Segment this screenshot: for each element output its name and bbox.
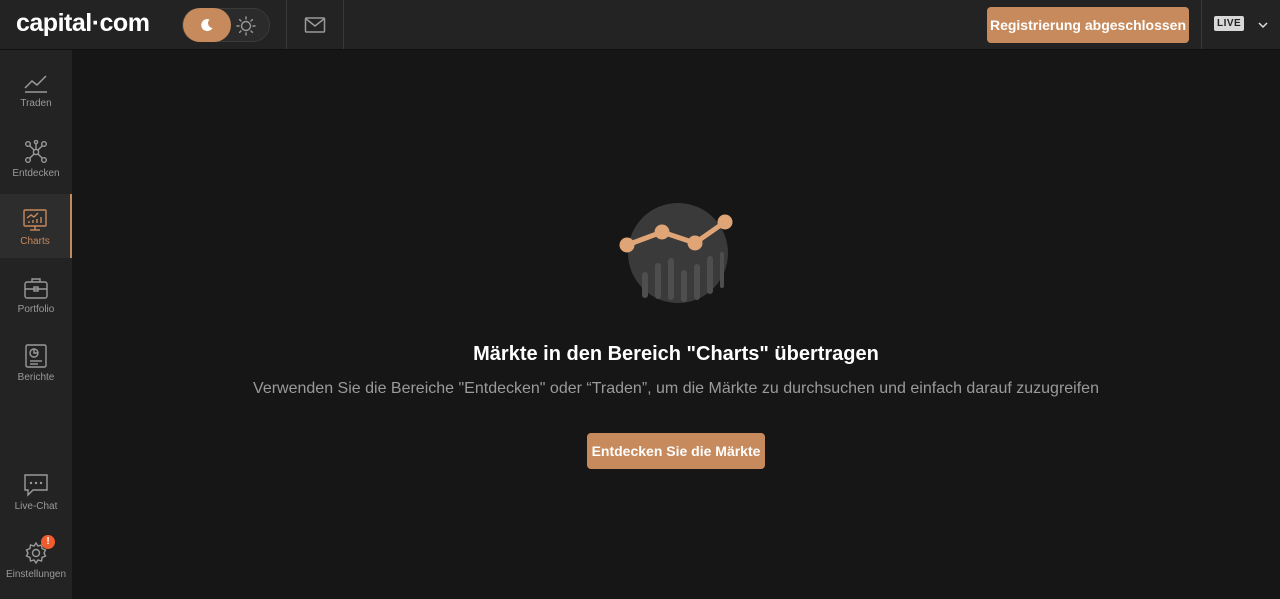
page-subtitle: Verwenden Sie die Bereiche "Entdecken" o… xyxy=(253,380,1099,397)
charts-empty-state: Märkte in den Bereich "Charts" übertrage… xyxy=(72,50,1280,599)
sidebar-item-label: Charts xyxy=(20,236,50,247)
report-icon xyxy=(25,344,47,368)
theme-toggle[interactable] xyxy=(182,8,270,42)
sidebar-item-berichte[interactable]: Berichte xyxy=(0,330,72,394)
sidebar: Traden Entdecken Charts Portfolio Berich… xyxy=(0,50,72,599)
sidebar-item-charts[interactable]: Charts xyxy=(0,194,72,258)
account-mode-badge[interactable]: LIVE xyxy=(1214,16,1245,31)
chat-icon xyxy=(24,474,48,497)
chart-monitor-icon xyxy=(23,209,47,231)
sidebar-item-label: Traden xyxy=(20,98,52,109)
header-divider xyxy=(343,0,344,49)
register-button[interactable]: Registrierung abgeschlossen xyxy=(987,7,1189,43)
sidebar-item-einstellungen[interactable]: ! Einstellungen xyxy=(0,527,72,591)
sidebar-item-label: Einstellungen xyxy=(5,569,67,580)
notification-badge: ! xyxy=(41,535,55,549)
sidebar-item-live-chat[interactable]: Live-Chat xyxy=(0,459,72,523)
header-divider xyxy=(286,0,287,49)
chart-illustration-icon xyxy=(619,203,733,303)
sidebar-item-label: Live-Chat xyxy=(14,501,58,512)
network-icon xyxy=(25,140,48,164)
briefcase-icon xyxy=(24,278,48,299)
sidebar-item-entdecken[interactable]: Entdecken xyxy=(0,126,72,190)
moon-icon xyxy=(201,19,213,32)
light-mode-button[interactable] xyxy=(235,15,257,37)
sidebar-item-label: Entdecken xyxy=(12,168,60,179)
trend-icon xyxy=(24,75,47,93)
top-header: capital·com Registrierung abgeschlossen xyxy=(0,0,1280,50)
sidebar-item-portfolio[interactable]: Portfolio xyxy=(0,262,72,326)
dark-mode-button[interactable] xyxy=(183,8,231,42)
sidebar-item-label: Berichte xyxy=(17,372,55,383)
sidebar-item-traden[interactable]: Traden xyxy=(0,58,72,122)
chevron-down-icon[interactable] xyxy=(1257,19,1269,31)
explore-markets-button[interactable]: Entdecken Sie die Märkte xyxy=(587,433,765,469)
sun-icon xyxy=(236,16,256,36)
mail-icon[interactable] xyxy=(304,15,326,35)
page-title: Märkte in den Bereich "Charts" übertrage… xyxy=(473,343,879,365)
sidebar-item-label: Portfolio xyxy=(17,304,55,315)
header-divider xyxy=(1201,0,1202,49)
brand-logo[interactable]: capital·com xyxy=(16,9,150,38)
